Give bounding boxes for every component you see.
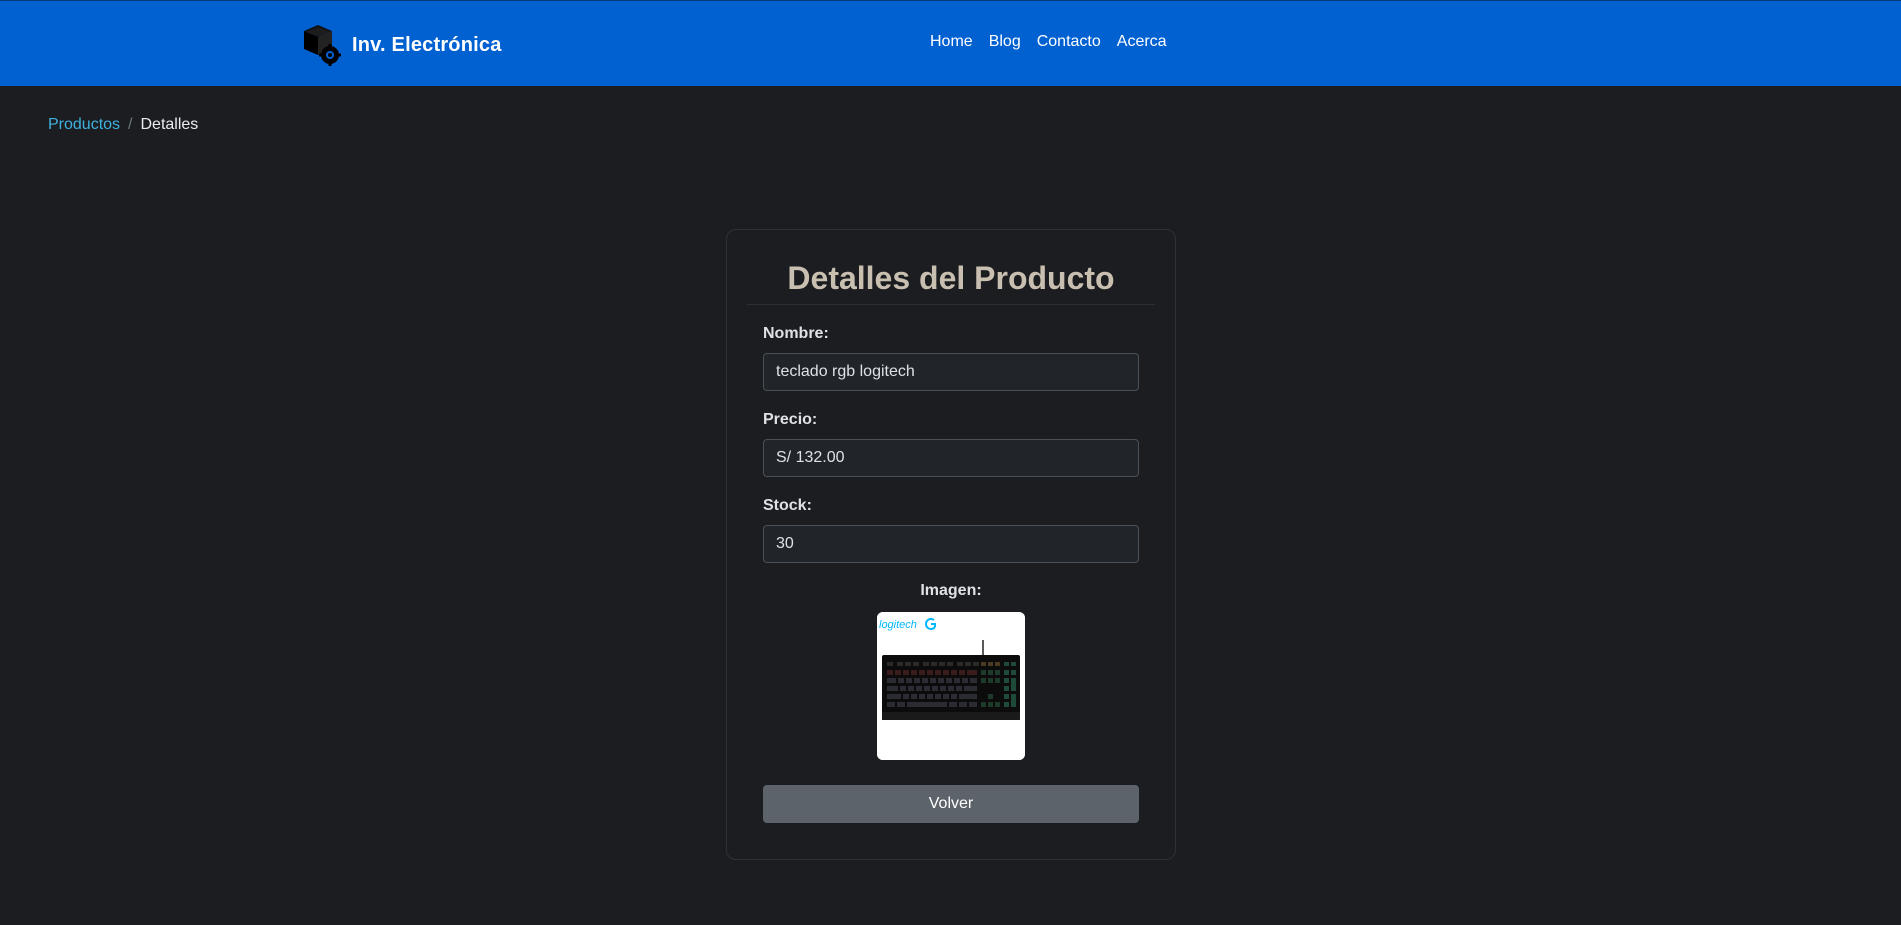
card-title: Detalles del Producto [787,260,1115,296]
title-divider [747,304,1155,305]
name-label: Nombre: [763,325,829,342]
back-button[interactable]: Volver [763,785,1139,823]
breadcrumb: Productos / Detalles [48,116,198,134]
stock-field[interactable] [763,525,1139,563]
top-navbar: Inv. Electrónica Home Blog Contacto Acer… [0,0,1901,86]
nav-blog-link[interactable]: Blog [989,33,1021,51]
nav-links: Home Blog Contacto Acerca [930,33,1183,51]
name-field[interactable] [763,353,1139,391]
breadcrumb-products-link[interactable]: Productos [48,116,120,134]
product-details-card: Detalles del Producto Nombre: Precio: St… [726,229,1176,860]
nav-about-link[interactable]: Acerca [1117,33,1167,51]
keyboard-image: logitech [877,612,1025,760]
breadcrumb-separator: / [128,116,133,133]
nav-contact-link[interactable]: Contacto [1037,33,1101,51]
brand-link[interactable]: Inv. Electrónica [300,23,502,67]
image-label: Imagen: [920,582,982,599]
box-gear-icon [304,25,341,66]
nav-home-link[interactable]: Home [930,33,973,51]
breadcrumb-current: Detalles [140,116,199,133]
product-image: logitech [877,612,1025,760]
price-label: Precio: [763,411,818,428]
image-logo-text: logitech [879,619,917,631]
price-field[interactable] [763,439,1139,477]
stock-label: Stock: [763,497,812,514]
brand-name: Inv. Electrónica [352,33,502,56]
